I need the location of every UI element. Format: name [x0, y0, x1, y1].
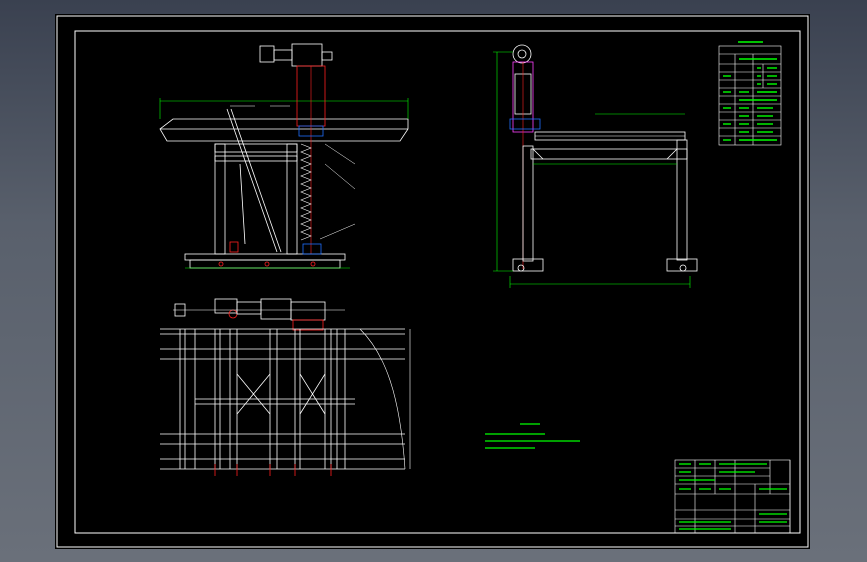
cad-viewer: [0, 0, 867, 562]
front-view: [159, 43, 409, 269]
inner-frame: [74, 30, 801, 534]
side-view: [493, 44, 698, 288]
top-view: [160, 298, 411, 476]
outer-frame: [56, 15, 809, 548]
cad-drawing-canvas: [56, 15, 809, 548]
title-block: [674, 459, 791, 534]
technical-requirements-notes: [485, 423, 580, 449]
drawing-sheet[interactable]: [55, 14, 810, 549]
parameter-table: [718, 41, 782, 146]
